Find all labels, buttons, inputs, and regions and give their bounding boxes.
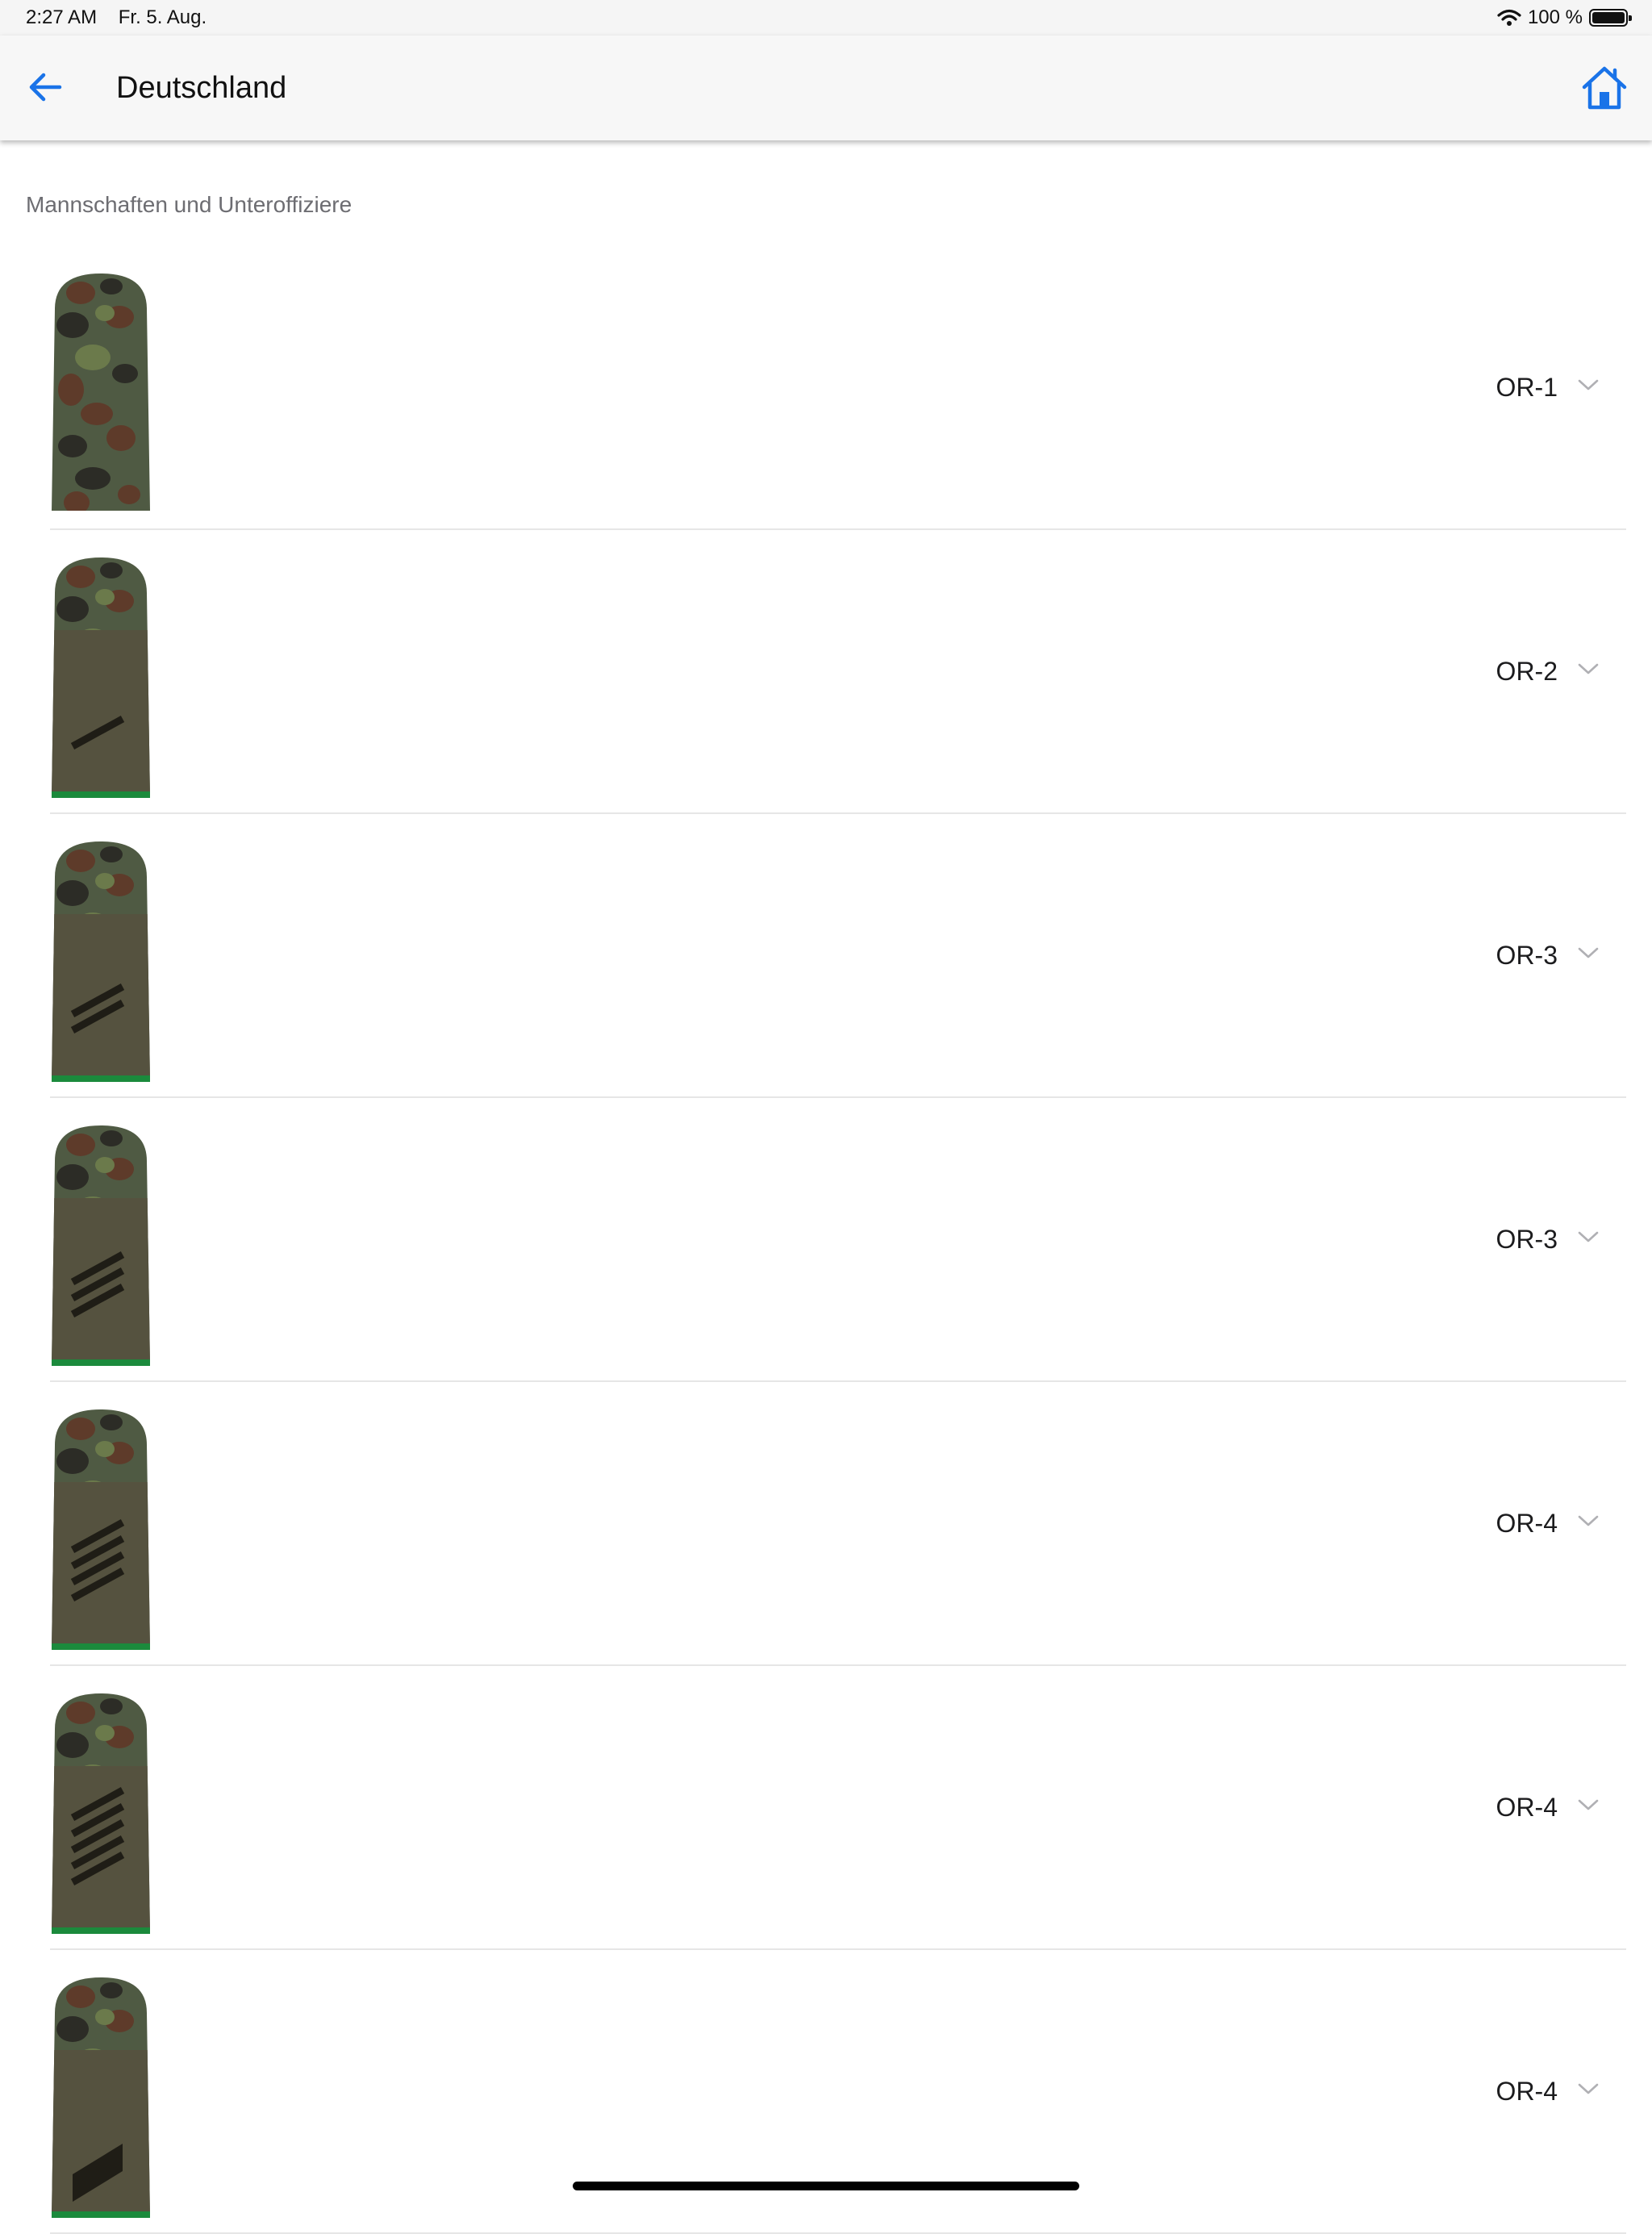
- navigation-bar: Deutschland: [0, 35, 1652, 140]
- back-button[interactable]: [23, 65, 68, 110]
- battery-percent: 100 %: [1527, 6, 1583, 28]
- rank-row[interactable]: OR-4: [0, 1666, 1652, 1950]
- rank-row[interactable]: OR-3: [0, 1098, 1652, 1382]
- rank-row[interactable]: OR-4: [0, 1950, 1652, 2234]
- shoulder-board-icon: [52, 1409, 150, 1650]
- status-bar: 2:27 AM Fr. 5. Aug. 100 %: [0, 0, 1652, 35]
- wifi-icon: [1497, 9, 1521, 26]
- rank-label: OR-2: [1496, 657, 1558, 686]
- chevron-down-icon[interactable]: [1576, 377, 1600, 393]
- shoulder-board-icon: [52, 841, 150, 1082]
- branch-color-border: [52, 1075, 150, 1082]
- section-header: Mannschaften und Unteroffiziere: [26, 192, 353, 217]
- status-right: 100 %: [1497, 6, 1632, 29]
- status-time: 2:27 AM: [26, 6, 98, 28]
- branch-color-border: [52, 1927, 150, 1934]
- branch-color-border: [52, 791, 150, 798]
- page-title: Deutschland: [116, 71, 287, 105]
- chevron-down-icon[interactable]: [1576, 1797, 1600, 1813]
- chevron-down-icon[interactable]: [1576, 1513, 1600, 1529]
- home-icon: [1582, 66, 1627, 110]
- home-button[interactable]: [1579, 63, 1629, 113]
- rank-row[interactable]: OR-4: [0, 1382, 1652, 1666]
- home-indicator[interactable]: [573, 2182, 1079, 2190]
- rank-row[interactable]: OR-3: [0, 814, 1652, 1098]
- rank-list: OR-1 OR-2 OR-3 OR-3 OR-4 OR-4 OR-4: [0, 246, 1652, 2234]
- shoulder-board-icon: [52, 557, 150, 798]
- chevron-down-icon[interactable]: [1576, 2081, 1600, 2097]
- shoulder-board-icon: [52, 274, 150, 511]
- chevron-down-icon[interactable]: [1576, 661, 1600, 677]
- shoulder-board-icon: [52, 1693, 150, 1934]
- branch-color-border: [52, 1643, 150, 1650]
- chevron-down-icon[interactable]: [1576, 945, 1600, 961]
- chevron-down-icon[interactable]: [1576, 1229, 1600, 1245]
- rank-label: OR-4: [1496, 2077, 1558, 2106]
- status-left: 2:27 AM Fr. 5. Aug.: [26, 6, 223, 29]
- branch-color-border: [52, 2211, 150, 2218]
- rank-row[interactable]: OR-1: [0, 246, 1652, 530]
- rank-label: OR-1: [1496, 373, 1558, 402]
- branch-color-border: [52, 1359, 150, 1366]
- rank-row[interactable]: OR-2: [0, 530, 1652, 814]
- arrow-left-icon: [29, 73, 62, 102]
- status-date: Fr. 5. Aug.: [118, 6, 207, 28]
- rank-label: OR-4: [1496, 1793, 1558, 1822]
- rank-label: OR-4: [1496, 1509, 1558, 1538]
- battery-icon: [1589, 9, 1632, 27]
- rank-label: OR-3: [1496, 941, 1558, 970]
- shoulder-board-icon: [52, 1977, 150, 2218]
- rank-label: OR-3: [1496, 1225, 1558, 1254]
- shoulder-board-icon: [52, 1125, 150, 1366]
